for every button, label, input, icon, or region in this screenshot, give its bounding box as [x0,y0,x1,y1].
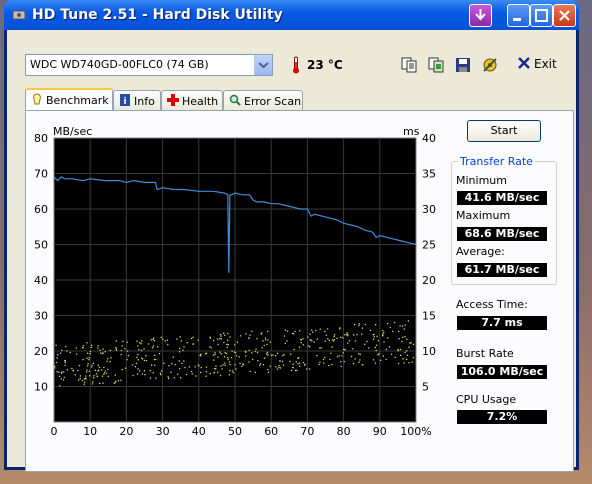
average-label: Average: [456,245,505,258]
chevron-down-icon[interactable] [254,55,272,75]
save-icon[interactable] [454,56,472,74]
access-time-label: Access Time: [456,298,528,311]
tab-label: Health [182,95,219,108]
maximum-value: 68.6 MB/sec [457,227,547,241]
tab-health[interactable]: Health [161,90,223,110]
options-icon[interactable] [481,56,499,74]
benchmark-icon [33,93,41,105]
tab-benchmark[interactable]: Benchmark [25,88,113,112]
info-icon: i [120,94,130,106]
title-bar[interactable]: HD Tune 2.51 - Hard Disk Utility [4,0,579,30]
drive-select-value: WDC WD740GD-00FLC0 (74 GB) [30,58,209,71]
access-time-value: 7.7 ms [457,316,547,330]
maximize-button[interactable] [530,4,553,27]
svg-text:i: i [123,97,126,106]
copy-text-icon[interactable] [400,56,418,74]
minimum-label: Minimum [456,174,507,187]
transfer-rate-title: Transfer Rate [458,155,535,168]
arrow-down-icon [475,9,486,21]
average-value: 61.7 MB/sec [457,263,547,277]
maximum-label: Maximum [456,209,511,222]
close-button[interactable] [553,4,576,27]
minimize-button[interactable] [507,4,530,27]
tab-label: Error Scan [244,95,302,108]
temperature-readout: 23 °C [307,58,343,72]
tab-label: Benchmark [46,94,109,107]
minimum-value: 41.6 MB/sec [457,191,547,205]
cpu-usage-value: 7.2% [457,410,547,424]
thermometer-icon [293,56,299,74]
exit-label: Exit [534,57,557,71]
maximize-icon [535,9,548,22]
burst-rate-value: 106.0 MB/sec [457,365,547,379]
tab-info[interactable]: i Info [113,90,161,110]
health-cross-icon [167,94,179,106]
start-button[interactable]: Start [467,120,541,142]
cpu-usage-label: CPU Usage [456,393,517,406]
tab-error-scan[interactable]: Error Scan [223,90,303,110]
copy-screenshot-icon[interactable] [427,56,445,74]
download-icon-button[interactable] [469,4,492,27]
close-icon [559,10,570,21]
magnifier-icon [229,94,241,106]
burst-rate-label: Burst Rate [456,347,514,360]
app-icon [12,10,26,20]
close-x-icon [518,57,530,69]
tab-label: Info [134,95,155,108]
minimize-icon [513,18,521,21]
drive-select[interactable]: WDC WD740GD-00FLC0 (74 GB) [25,54,273,76]
window-title: HD Tune 2.51 - Hard Disk Utility [32,7,283,23]
